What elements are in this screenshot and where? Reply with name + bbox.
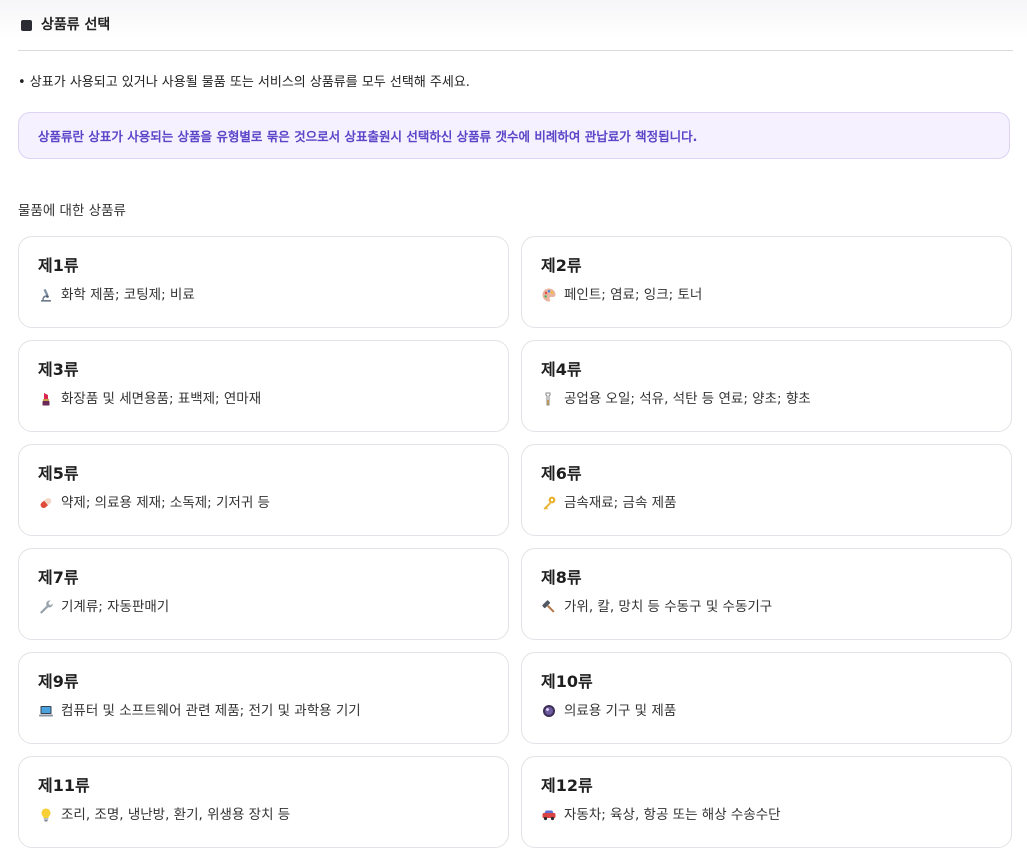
goods-classes-heading: 물품에 대한 상품류 — [18, 203, 126, 219]
class-card-label: 제1류 — [38, 256, 79, 275]
info-notice: 상품류란 상표가 사용되는 상품을 유형별로 묶은 것으로서 상표출원시 선택하… — [18, 112, 1010, 159]
trademark-class-selection-page: 상품류 선택 • 상표가 사용되고 있거나 사용될 물품 또는 서비스의 상품류… — [0, 0, 1027, 851]
class-card-label: 제5류 — [38, 464, 79, 483]
class-card-label: 제6류 — [541, 464, 582, 483]
medical-device-icon — [543, 705, 555, 717]
oil-drop-icon — [545, 392, 551, 406]
class-card-label: 제3류 — [38, 360, 79, 379]
lipstick-icon — [42, 393, 50, 406]
class-card-description: 자동차; 육상, 항공 또는 해상 수송수단 — [564, 807, 781, 823]
car-icon — [542, 810, 556, 821]
class-card-description: 의료용 기구 및 제품 — [564, 703, 677, 719]
class-card-12[interactable]: 제12류 자동차; 육상, 항공 또는 해상 수송수단 — [521, 756, 1012, 848]
class-card-description: 화장품 및 세면용품; 표백제; 연마재 — [61, 391, 262, 407]
class-card-label: 제11류 — [38, 776, 90, 795]
class-card-description: 기계류; 자동판매기 — [61, 599, 170, 615]
class-card-description: 약제; 의료용 제재; 소독제; 기저귀 등 — [61, 495, 270, 511]
class-card-description: 페인트; 염료; 잉크; 토너 — [564, 287, 703, 303]
class-card-description: 가위, 칼, 망치 등 수동구 및 수동기구 — [564, 599, 773, 615]
section-title: 상품류 선택 — [41, 17, 111, 33]
microscope-icon — [41, 289, 51, 302]
class-card-1[interactable]: 제1류 화학 제품; 코팅제; 비료 — [18, 236, 509, 328]
class-card-description: 조리, 조명, 냉난방, 환기, 위생용 장치 등 — [61, 807, 291, 823]
class-card-8[interactable]: 제8류 가위, 칼, 망치 등 수동구 및 수동기구 — [521, 548, 1012, 640]
laptop-icon — [39, 706, 53, 717]
palette-icon — [542, 288, 556, 302]
class-card-description: 금속재료; 금속 제품 — [564, 495, 677, 511]
class-card-description: 화학 제품; 코팅제; 비료 — [61, 287, 195, 303]
light-bulb-icon — [41, 808, 51, 822]
info-notice-text: 상품류란 상표가 사용되는 상품을 유형별로 묶은 것으로서 상표출원시 선택하… — [38, 129, 698, 144]
wrench-icon — [40, 600, 53, 614]
key-icon — [543, 496, 556, 510]
class-card-7[interactable]: 제7류 기계류; 자동판매기 — [18, 548, 509, 640]
class-card-label: 제7류 — [38, 568, 79, 587]
class-card-5[interactable]: 제5류 약제; 의료용 제재; 소독제; 기저귀 등 — [18, 444, 509, 536]
class-card-2[interactable]: 제2류 페인트; 염료; 잉크; 토너 — [521, 236, 1012, 328]
class-card-4[interactable]: 제4류 공업용 오일; 석유, 석탄 등 연료; 양초; 향초 — [521, 340, 1012, 432]
class-card-9[interactable]: 제9류 컴퓨터 및 소프트웨어 관련 제품; 전기 및 과학용 기기 — [18, 652, 509, 744]
section-header: 상품류 선택 — [18, 14, 1013, 51]
class-card-description: 공업용 오일; 석유, 석탄 등 연료; 양초; 향초 — [564, 391, 811, 407]
class-card-11[interactable]: 제11류 조리, 조명, 냉난방, 환기, 위생용 장치 등 — [18, 756, 509, 848]
class-card-3[interactable]: 제3류 화장품 및 세면용품; 표백제; 연마재 — [18, 340, 509, 432]
class-card-label: 제9류 — [38, 672, 79, 691]
pill-icon — [40, 498, 52, 508]
class-card-label: 제8류 — [541, 568, 582, 587]
class-card-description: 컴퓨터 및 소프트웨어 관련 제품; 전기 및 과학용 기기 — [61, 703, 361, 719]
instruction-text: • 상표가 사용되고 있거나 사용될 물품 또는 서비스의 상품류를 모두 선택… — [18, 75, 470, 90]
hammer-icon — [542, 600, 555, 613]
class-card-label: 제12류 — [541, 776, 593, 795]
class-card-10[interactable]: 제10류 의료용 기구 및 제품 — [521, 652, 1012, 744]
class-card-grid: 제1류 화학 제품; 코팅제; 비료 제2류 페인트; 염료; 잉크; 토너 제… — [18, 236, 1012, 848]
class-card-label: 제10류 — [541, 672, 593, 691]
class-card-6[interactable]: 제6류 금속재료; 금속 제품 — [521, 444, 1012, 536]
class-card-label: 제2류 — [541, 256, 582, 275]
class-card-label: 제4류 — [541, 360, 582, 379]
section-marker-icon — [21, 20, 32, 31]
